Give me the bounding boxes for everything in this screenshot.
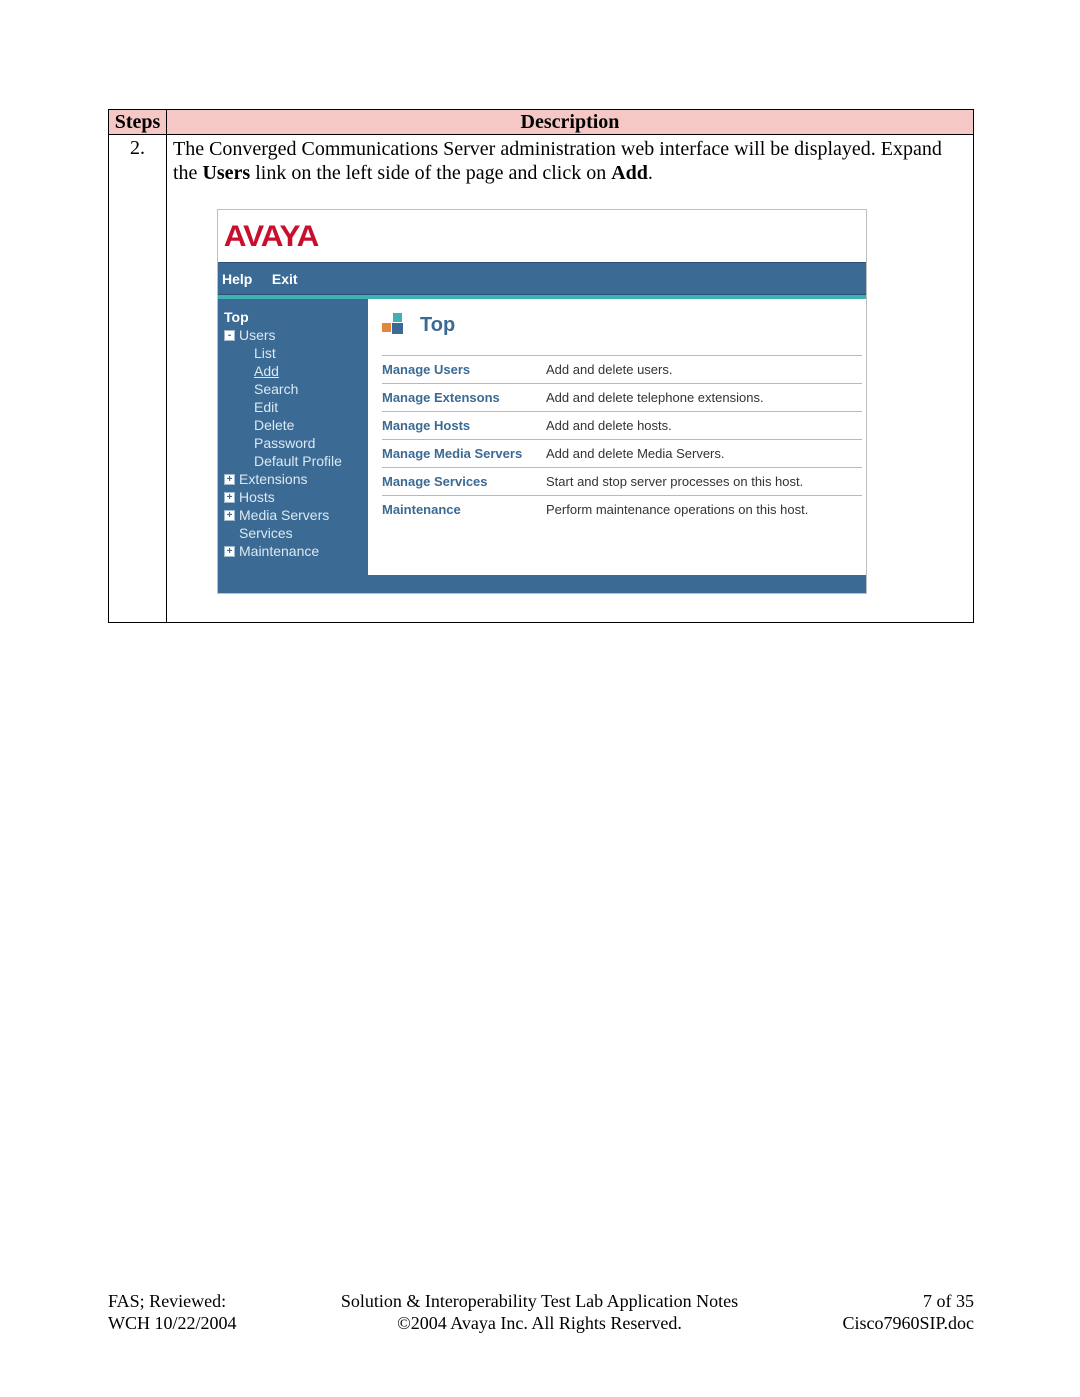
steps-table: Steps Description 2. The Converged Commu… [108, 109, 974, 623]
content-link-manage-media-servers[interactable]: Manage Media Servers [382, 446, 546, 461]
sidebar-sub-password[interactable]: Password [254, 435, 364, 451]
expand-icon[interactable]: + [224, 492, 235, 503]
content-desc: Start and stop server processes on this … [546, 474, 862, 489]
content-link-manage-services[interactable]: Manage Services [382, 474, 546, 489]
sidebar-sub-add[interactable]: Add [254, 363, 364, 379]
desc-part-3: . [648, 162, 653, 184]
sidebar-sub-list[interactable]: List [254, 345, 364, 361]
content-link-manage-extensions[interactable]: Manage Extensons [382, 390, 546, 405]
content-row: Manage Services Start and stop server pr… [382, 467, 862, 495]
bottom-strip [218, 575, 866, 593]
body-row: Top - Users List Add Search Edit Delete … [218, 299, 866, 575]
sidebar-sub-edit[interactable]: Edit [254, 399, 364, 415]
footer-reviewed: FAS; Reviewed: [108, 1290, 237, 1312]
footer-left: FAS; Reviewed: WCH 10/22/2004 [108, 1290, 237, 1334]
sidebar-item-label: Extensions [239, 471, 307, 487]
sidebar-item-maintenance[interactable]: + Maintenance [224, 543, 364, 559]
content-desc: Add and delete users. [546, 362, 862, 377]
footer-date: WCH 10/22/2004 [108, 1312, 237, 1334]
sidebar-top[interactable]: Top [224, 309, 364, 325]
step-description-cell: The Converged Communications Server admi… [167, 135, 974, 623]
menu-bar: Help Exit [218, 262, 866, 295]
avaya-logo: AVAYA [224, 220, 319, 254]
document-page: Steps Description 2. The Converged Commu… [0, 0, 1080, 1397]
footer-right: 7 of 35 Cisco7960SIP.doc [842, 1290, 974, 1334]
content-desc: Add and delete hosts. [546, 418, 862, 433]
desc-bold-users: Users [202, 162, 250, 184]
content-desc: Add and delete Media Servers. [546, 446, 862, 461]
desc-part-2: link on the left side of the page and cl… [250, 162, 611, 184]
desc-bold-add: Add [611, 162, 648, 184]
sidebar: Top - Users List Add Search Edit Delete … [218, 299, 368, 575]
content-desc: Add and delete telephone extensions. [546, 390, 862, 405]
content-row: Maintenance Perform maintenance operatio… [382, 495, 862, 523]
footer-center: Solution & Interoperability Test Lab App… [237, 1290, 843, 1334]
step-number: 2. [109, 135, 167, 623]
sidebar-sub-default-profile[interactable]: Default Profile [254, 453, 364, 469]
sidebar-sub-search[interactable]: Search [254, 381, 364, 397]
sidebar-item-extensions[interactable]: + Extensions [224, 471, 364, 487]
top-icon [382, 313, 406, 337]
collapse-icon[interactable]: - [224, 330, 235, 341]
menu-help[interactable]: Help [222, 271, 252, 287]
sidebar-item-label: Users [239, 327, 276, 343]
page-footer: FAS; Reviewed: WCH 10/22/2004 Solution &… [108, 1290, 974, 1334]
sidebar-item-label: Media Servers [239, 507, 329, 523]
expand-icon[interactable]: + [224, 474, 235, 485]
content-desc: Perform maintenance operations on this h… [546, 502, 862, 517]
content-heading: Top [420, 314, 455, 337]
content-link-maintenance[interactable]: Maintenance [382, 502, 546, 517]
content-row: Manage Extensons Add and delete telephon… [382, 383, 862, 411]
content-row: Manage Hosts Add and delete hosts. [382, 411, 862, 439]
sidebar-item-label: Maintenance [239, 543, 319, 559]
sidebar-sub-delete[interactable]: Delete [254, 417, 364, 433]
menu-exit[interactable]: Exit [272, 271, 298, 287]
content-link-manage-users[interactable]: Manage Users [382, 362, 546, 377]
content-row: Manage Users Add and delete users. [382, 355, 862, 383]
sidebar-item-services[interactable]: + Services [224, 525, 364, 541]
content-link-manage-hosts[interactable]: Manage Hosts [382, 418, 546, 433]
header-description: Description [167, 110, 974, 135]
expand-icon[interactable]: + [224, 510, 235, 521]
expand-icon[interactable]: + [224, 546, 235, 557]
sidebar-item-label: Hosts [239, 489, 275, 505]
logo-bar: AVAYA [218, 210, 866, 262]
content-heading-row: Top [382, 313, 862, 337]
content-area: Top Manage Users Add and delete users. M… [368, 299, 866, 575]
step-description-text: The Converged Communications Server admi… [173, 137, 967, 185]
header-steps: Steps [109, 110, 167, 135]
footer-page: 7 of 35 [842, 1290, 974, 1312]
content-row: Manage Media Servers Add and delete Medi… [382, 439, 862, 467]
sidebar-item-users[interactable]: - Users [224, 327, 364, 343]
footer-filename: Cisco7960SIP.doc [842, 1312, 974, 1334]
sidebar-item-hosts[interactable]: + Hosts [224, 489, 364, 505]
footer-title: Solution & Interoperability Test Lab App… [237, 1290, 843, 1312]
sidebar-item-media-servers[interactable]: + Media Servers [224, 507, 364, 523]
footer-copyright: ©2004 Avaya Inc. All Rights Reserved. [237, 1312, 843, 1334]
embedded-admin-screenshot: AVAYA Help Exit Top - Users [217, 209, 867, 594]
sidebar-item-label: Services [239, 525, 293, 541]
